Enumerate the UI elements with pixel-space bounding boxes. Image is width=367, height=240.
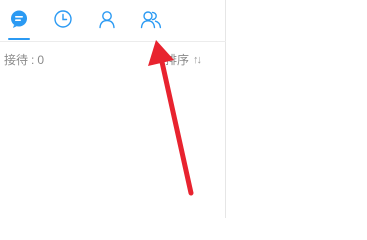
app-window: 接待:0 排序 ↑↓ — [0, 0, 367, 218]
user-icon — [97, 9, 117, 29]
reception-label: 接待 — [4, 53, 29, 67]
tab-chats[interactable] — [7, 9, 31, 35]
sort-label: 排序 — [165, 53, 190, 67]
tab-bar — [0, 0, 226, 42]
sort-arrows-icon: ↑↓ — [193, 53, 202, 66]
chat-content-panel — [226, 0, 367, 218]
tab-history[interactable] — [51, 9, 75, 35]
reception-count: 0 — [37, 53, 45, 67]
users-icon — [140, 9, 162, 29]
tab-contact[interactable] — [95, 9, 119, 35]
chat-bubble-icon — [9, 9, 29, 29]
tab-group[interactable] — [139, 9, 163, 35]
active-tab-indicator — [8, 38, 30, 40]
reception-separator: : — [31, 53, 35, 67]
reception-status: 接待:0 — [4, 51, 44, 68]
status-row: 接待:0 排序 ↑↓ — [0, 48, 226, 68]
conversation-panel: 接待:0 排序 ↑↓ — [0, 0, 226, 218]
clock-icon — [53, 9, 73, 29]
sort-button[interactable]: 排序 ↑↓ — [165, 51, 202, 68]
